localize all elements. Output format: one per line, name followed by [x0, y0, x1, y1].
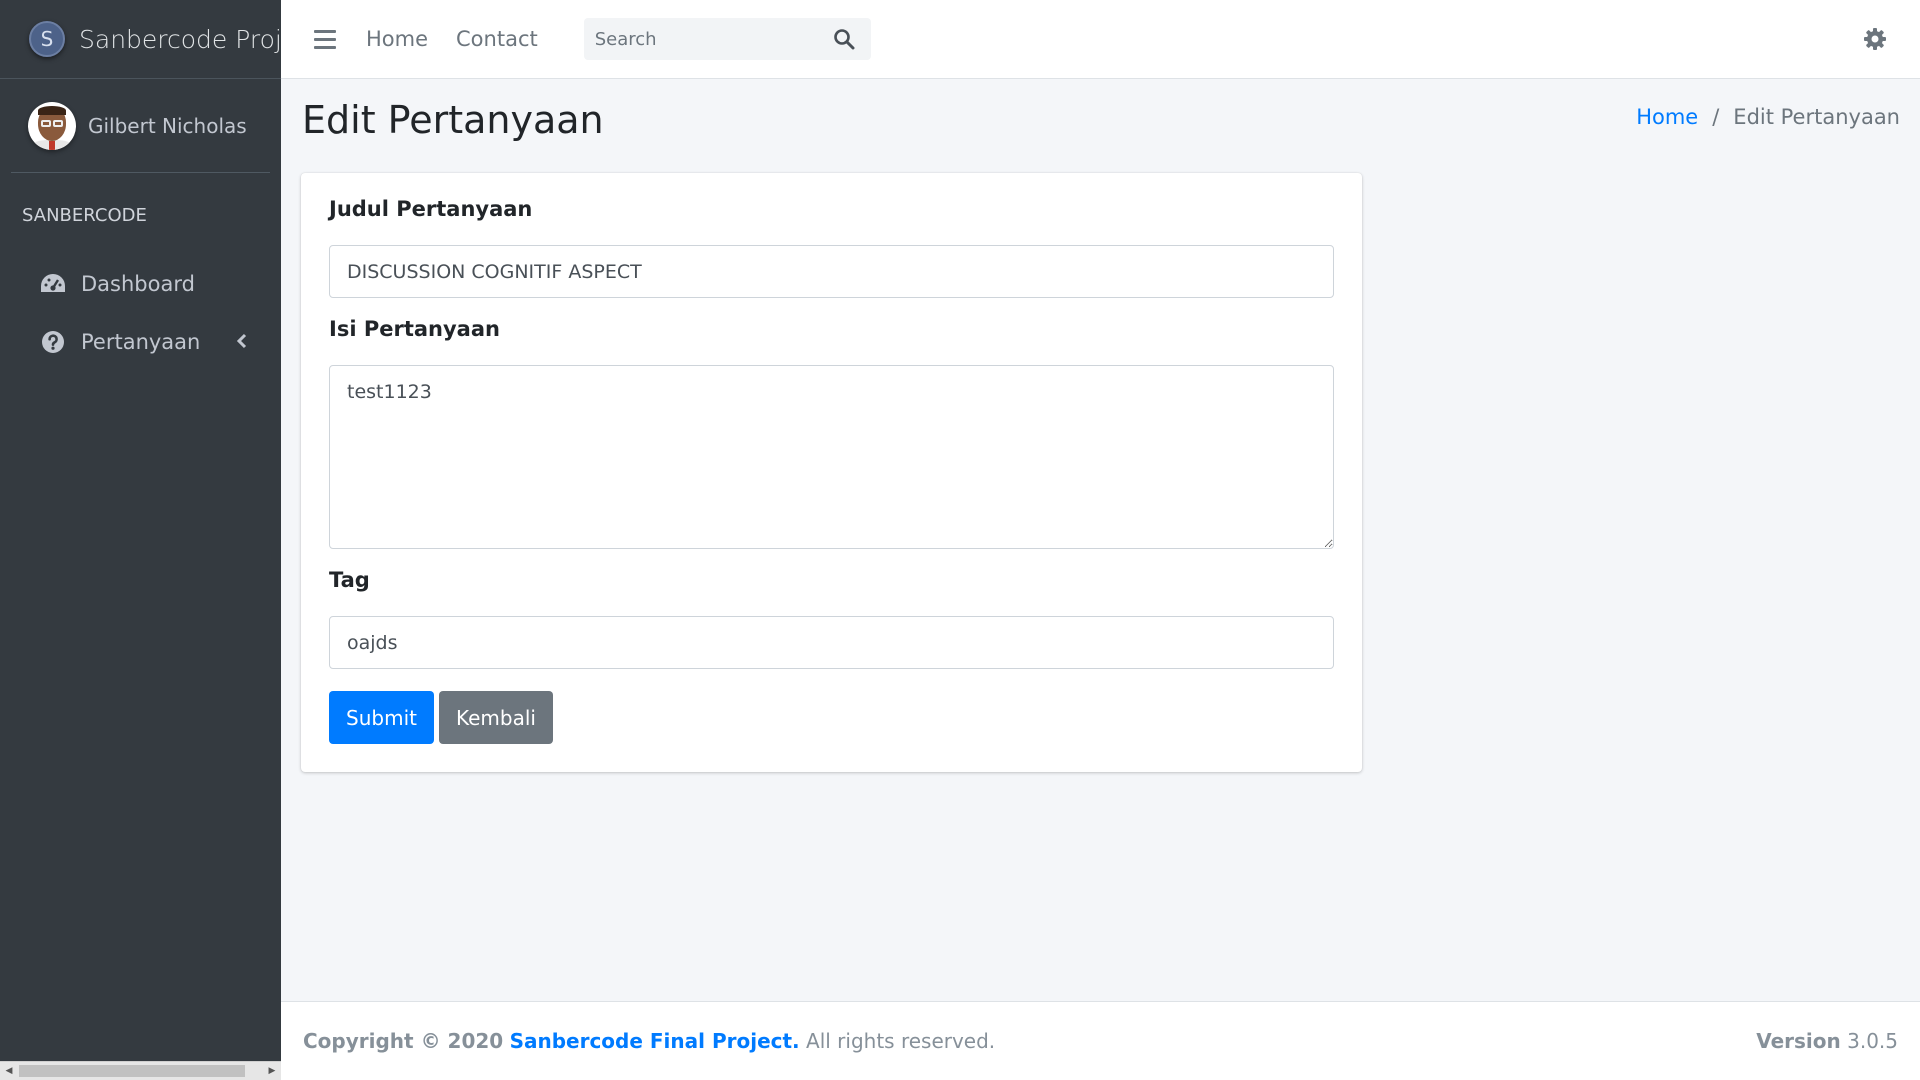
scrollbar-thumb[interactable]	[19, 1065, 245, 1077]
page-title: Edit Pertanyaan	[302, 98, 604, 142]
search-form	[583, 18, 871, 60]
version-value: 3.0.5	[1847, 1029, 1898, 1053]
breadcrumb-home-link[interactable]: Home	[1636, 105, 1698, 129]
tachometer-icon	[39, 270, 67, 298]
judul-label: Judul Pertanyaan	[329, 197, 533, 221]
brand-link[interactable]: S Sanbercode Proje	[0, 0, 281, 79]
scroll-right-icon[interactable]: ▶	[263, 1062, 281, 1080]
edit-form-card: Judul Pertanyaan Isi Pertanyaan test1123…	[301, 173, 1362, 772]
breadcrumb: Home / Edit Pertanyaan	[1636, 105, 1900, 129]
sidebar-item-pertanyaan[interactable]: Pertanyaan	[11, 313, 270, 371]
chevron-left-icon[interactable]	[236, 330, 248, 354]
user-panel[interactable]: Gilbert Nicholas	[11, 79, 270, 173]
breadcrumb-current: Edit Pertanyaan	[1733, 105, 1900, 129]
submit-button[interactable]: Submit	[329, 691, 434, 744]
menu-toggle-icon[interactable]	[314, 24, 344, 54]
horizontal-scrollbar[interactable]: ◀ ▶	[0, 1061, 281, 1080]
scroll-left-icon[interactable]: ◀	[0, 1062, 18, 1080]
user-avatar	[28, 101, 76, 150]
brand-text: Sanbercode Proje	[79, 24, 281, 54]
back-button[interactable]: Kembali	[439, 691, 553, 744]
nav-link-home[interactable]: Home	[366, 27, 428, 51]
sidebar: S Sanbercode Proje Gilbert Nicholas SANB…	[0, 0, 281, 1080]
gear-icon[interactable]	[1860, 24, 1890, 54]
sidebar-item-label: Pertanyaan	[81, 330, 201, 354]
version-label: Version	[1756, 1029, 1841, 1053]
tag-label: Tag	[329, 568, 370, 592]
search-icon[interactable]	[820, 18, 868, 60]
brand-logo: S	[29, 21, 65, 57]
content-header: Edit Pertanyaan Home / Edit Pertanyaan	[281, 79, 1920, 169]
copyright-text: Copyright © 2020	[303, 1029, 504, 1053]
user-name[interactable]: Gilbert Nicholas	[88, 114, 247, 138]
nav-link-contact[interactable]: Contact	[456, 27, 538, 51]
isi-label: Isi Pertanyaan	[329, 317, 500, 341]
sidebar-item-label: Dashboard	[81, 272, 195, 296]
version-info: Version 3.0.5	[1756, 1029, 1898, 1053]
isi-textarea[interactable]: test1123	[329, 365, 1334, 549]
footer: Copyright © 2020 Sanbercode Final Projec…	[281, 1001, 1920, 1080]
rights-text: All rights reserved.	[806, 1029, 996, 1053]
search-input[interactable]	[583, 28, 820, 50]
sidebar-item-dashboard[interactable]: Dashboard	[11, 255, 270, 313]
breadcrumb-separator: /	[1712, 105, 1720, 129]
question-circle-icon	[39, 328, 67, 356]
nav-header: SANBERCODE	[22, 205, 147, 226]
tag-input[interactable]	[329, 616, 1334, 669]
judul-input[interactable]	[329, 245, 1334, 298]
top-navbar: Home Contact	[281, 0, 1920, 79]
footer-project-link[interactable]: Sanbercode Final Project.	[510, 1029, 800, 1053]
